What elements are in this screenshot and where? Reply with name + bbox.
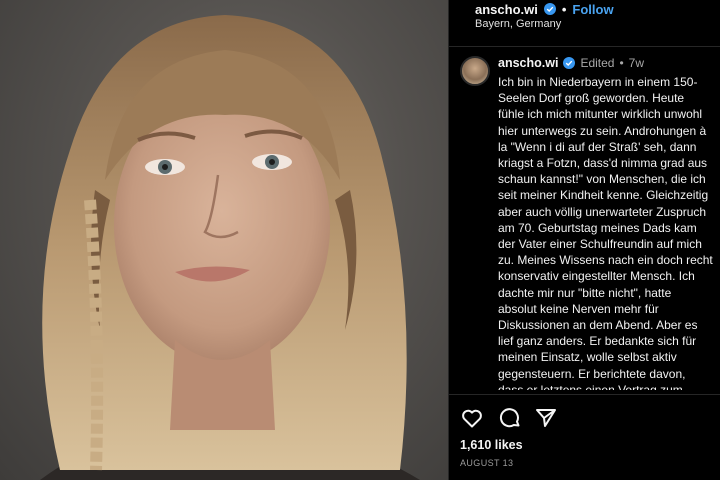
post-date[interactable]: AUGUST 13 [460,458,513,468]
caption-line: fühle ich mich mitunter wirklich unwohl [498,107,703,122]
caption-line: konservativ eingestellter Mensch. Ich [498,269,695,284]
heart-icon[interactable] [460,406,484,430]
caption-text: Ich bin in Niederbayern in einem 150- Se… [498,74,720,390]
account-handle[interactable]: anscho.wi [475,2,538,17]
caption-line: Diskussionen an dem Abend. Aber es [498,318,698,333]
edited-label: Edited [580,56,615,70]
caption-line: absolut keine Nerven mehr für [498,301,659,316]
portrait-image [40,15,420,480]
caption-line: aber auch völlig unerwarteter Zuspruch [498,204,707,219]
verified-badge-icon [543,3,556,15]
caption-handle[interactable]: anscho.wi [498,56,558,70]
caption-line: am 70. Geburtstag meines Dads kam [498,220,697,235]
avatar[interactable] [460,56,490,86]
header-divider [449,46,720,47]
caption-header: anscho.wi Edited • 7w [498,56,644,70]
post-photo[interactable] [0,0,448,480]
caption-line: lief ganz anders. Er bedankte sich für [498,334,697,349]
follow-button[interactable]: Follow [572,2,613,17]
caption-line: hier unterwegs zu sein. Androhungen à [498,123,707,138]
comment-icon[interactable] [498,406,522,430]
caption-line: meinen Einsatz, wolle selbst aktiv [498,350,677,365]
caption-line: Seelen Dorf groß geworden. Heute [498,91,685,106]
post-location[interactable]: Bayern, Germany [475,18,561,30]
caption-line: seit meiner Kindheit kenne. Gleichzeitig [498,188,709,203]
caption-line: la "Wenn i di auf der Straß' seh, dann [498,139,697,154]
caption-line: zu. Meines Wissens nach ein doch recht [498,253,713,268]
post-age: 7w [628,56,645,70]
post-header: anscho.wi • Follow Bayern, Germany [463,0,720,50]
caption-line: der Vater einer Schulfreundin auf mich [498,237,702,252]
header-handle-row: anscho.wi • Follow [475,0,614,18]
caption-line: schaun kannst!" von Menschen, die ich [498,172,706,187]
caption-line: gegensteuern. Er berichtete davon, [498,366,686,381]
verified-badge-icon [563,57,576,69]
separator-dot: • [561,1,567,17]
caption-line: kriagst a Fotzn, dass'd nimma grad aus [498,156,708,171]
like-count[interactable]: 1,610 likes [460,438,523,452]
actions-divider [449,394,720,395]
meta-separator: • [619,56,624,70]
paper-plane-icon[interactable] [534,406,558,430]
caption-line: dass er letztens einen Vortrag zum [498,382,683,390]
caption-line: Ich bin in Niederbayern in einem 150- [498,75,698,89]
caption-line: dachte mir nur "bitte nicht", hatte [498,285,672,300]
